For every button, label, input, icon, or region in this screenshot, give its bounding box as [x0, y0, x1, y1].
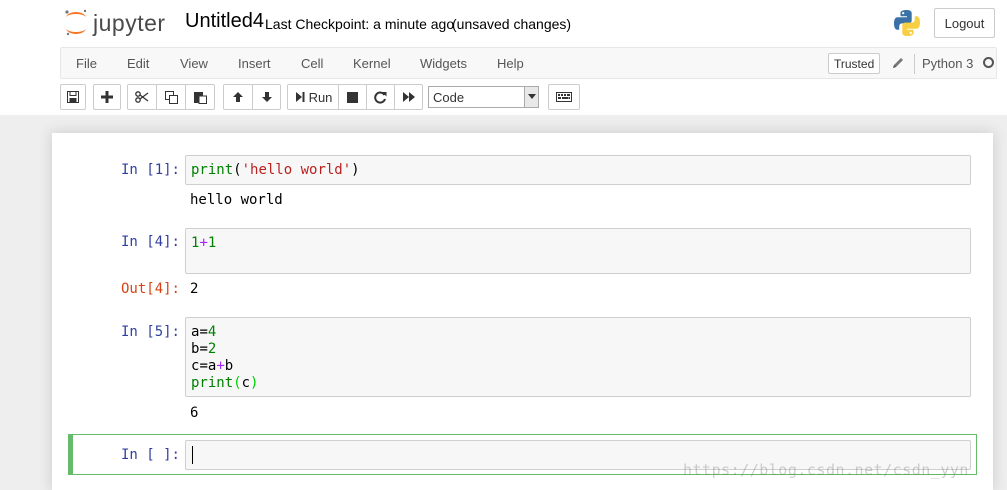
code-block: a=4 b=2 c=a+b print(c) — [191, 324, 258, 392]
notebook-title[interactable]: Untitled4 — [185, 10, 264, 33]
toolbar: Run Code — [60, 84, 1000, 110]
insert-cell-button[interactable] — [93, 84, 121, 110]
menu-bar: File Edit View Insert Cell Kernel Widget… — [60, 47, 997, 79]
run-button[interactable]: Run — [287, 84, 339, 110]
plus-icon — [101, 91, 113, 103]
kernel-name[interactable]: Python 3 — [922, 56, 973, 71]
paste-icon — [193, 91, 207, 104]
cell-type-select[interactable]: Code — [428, 86, 539, 108]
code-line: a=4 — [191, 324, 217, 340]
text-cursor — [192, 446, 193, 464]
copy-icon — [164, 90, 178, 104]
jupyter-logo-icon — [65, 9, 87, 36]
keyboard-icon — [556, 92, 572, 102]
move-down-button[interactable] — [252, 84, 281, 110]
notebook-container: In [1]: print('hello world') hello world… — [52, 133, 993, 490]
code-line: c=a+b — [191, 358, 234, 374]
code-cell-input[interactable]: a=4 b=2 c=a+b print(c) — [185, 317, 971, 397]
arrow-up-icon — [233, 92, 243, 102]
code-line: b=2 — [191, 341, 217, 357]
code-cell-input[interactable]: print('hello world') — [185, 155, 971, 185]
run-icon — [295, 92, 305, 102]
kernel-separator — [914, 54, 915, 74]
autosave-status: (unsaved changes) — [452, 16, 572, 32]
command-palette-button[interactable] — [548, 84, 580, 110]
input-prompt: In [1]: — [120, 162, 180, 178]
menu-kernel[interactable]: Kernel — [353, 56, 391, 71]
menu-help[interactable]: Help — [497, 56, 524, 71]
pencil-icon[interactable] — [890, 55, 906, 71]
cell-output: 6 — [190, 405, 199, 421]
save-button[interactable] — [60, 84, 86, 110]
cut-icon — [135, 91, 149, 103]
cell-output: 2 — [190, 281, 199, 297]
checkpoint-status: Last Checkpoint: a minute ago — [265, 16, 455, 32]
kernel-idle-circle-icon — [983, 57, 994, 68]
fast-forward-icon — [402, 92, 415, 102]
menu-widgets[interactable]: Widgets — [420, 56, 467, 71]
input-prompt: In [ ]: — [120, 447, 180, 463]
logout-button[interactable]: Logout — [934, 8, 995, 38]
cell-type-value: Code — [433, 89, 465, 105]
menu-view[interactable]: View — [180, 56, 208, 71]
interrupt-kernel-button[interactable] — [338, 84, 367, 110]
jupyter-logo[interactable]: jupyter — [63, 8, 166, 38]
code-line: print('hello world') — [191, 162, 360, 178]
jupyter-logo-text: jupyter — [93, 9, 166, 36]
move-up-button[interactable] — [223, 84, 253, 110]
copy-button[interactable] — [156, 84, 186, 110]
restart-icon — [374, 91, 387, 103]
restart-kernel-button[interactable] — [366, 84, 395, 110]
run-label: Run — [308, 89, 333, 105]
python-logo-icon — [894, 10, 920, 36]
code-cell-input[interactable]: 1+1 — [185, 228, 971, 274]
arrow-down-icon — [261, 92, 272, 102]
watermark: https://blog.csdn.net/csdn_yyn — [683, 461, 969, 479]
cell-output: hello world — [190, 192, 283, 208]
trusted-indicator[interactable]: Trusted — [828, 53, 881, 74]
chevron-down-icon — [524, 87, 538, 107]
output-prompt: Out[4]: — [120, 281, 180, 297]
stop-icon — [347, 91, 358, 103]
restart-run-all-button[interactable] — [394, 84, 423, 110]
code-line: print(c) — [191, 375, 259, 391]
input-prompt: In [5]: — [120, 324, 180, 340]
code-line: 1+1 — [191, 235, 217, 251]
paste-button[interactable] — [185, 84, 215, 110]
menu-cell[interactable]: Cell — [301, 56, 323, 71]
menu-file[interactable]: File — [76, 56, 97, 71]
header: jupyter Untitled4 Last Checkpoint: a min… — [0, 0, 1007, 115]
cut-button[interactable] — [127, 84, 157, 110]
menu-insert[interactable]: Insert — [238, 56, 271, 71]
input-prompt: In [4]: — [120, 234, 180, 250]
save-icon — [67, 91, 79, 103]
menu-edit[interactable]: Edit — [127, 56, 149, 71]
